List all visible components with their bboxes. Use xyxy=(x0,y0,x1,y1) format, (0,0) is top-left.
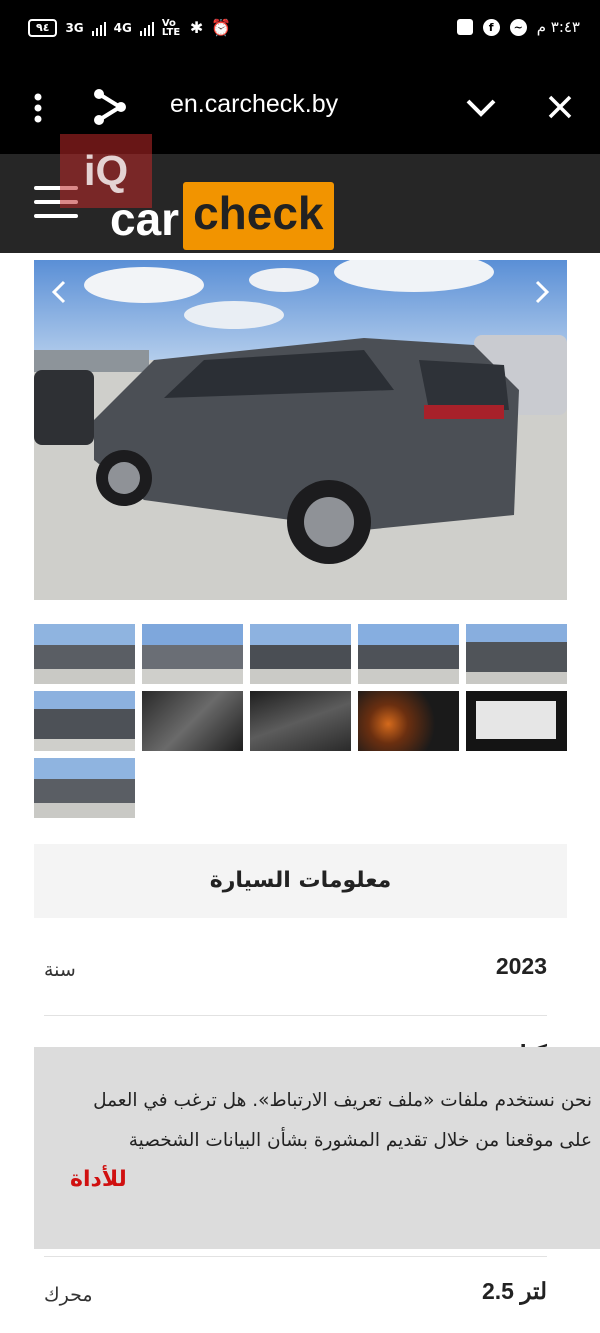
cookie-banner: نحن نستخدم ملفات «ملف تعريف الارتباط». ه… xyxy=(34,1047,600,1249)
thumbnail[interactable] xyxy=(250,691,351,751)
thumbnail[interactable] xyxy=(34,691,135,751)
thumbnail[interactable] xyxy=(250,624,351,684)
thumbnail[interactable] xyxy=(358,624,459,684)
signal-icon xyxy=(91,20,106,36)
alarm-icon: ⏰ xyxy=(211,18,232,37)
thumbnail[interactable] xyxy=(142,691,243,751)
status-bar: ٩٤ 3G 4G Vo LTE ✱ ⏰ f ~ ٣:٤٣ م xyxy=(0,0,600,62)
logo-text-check: check xyxy=(183,182,334,250)
battery-indicator: ٩٤ xyxy=(28,18,58,37)
thumbnail[interactable] xyxy=(358,691,459,751)
app-notification-icon xyxy=(456,19,473,35)
more-vert-icon[interactable] xyxy=(30,92,46,124)
thumbnail[interactable] xyxy=(466,624,567,684)
engine-label: محرك xyxy=(44,1284,93,1306)
chevron-down-icon[interactable] xyxy=(466,98,496,118)
cookie-message: نحن نستخدم ملفات «ملف تعريف الارتباط». ه… xyxy=(93,1090,592,1151)
signal-icon-2 xyxy=(139,20,154,36)
close-icon[interactable] xyxy=(548,95,572,119)
clock: ٣:٤٣ م xyxy=(536,18,580,36)
network-label-3g: 3G xyxy=(65,20,84,35)
iq-watermark: iQ xyxy=(60,134,152,208)
car-info-heading: معلومات السيارة xyxy=(34,844,567,918)
facebook-icon: f xyxy=(482,18,500,36)
divider xyxy=(44,1015,547,1016)
year-value: 2023 xyxy=(495,953,547,979)
status-left: ٩٤ 3G 4G Vo LTE ✱ ⏰ xyxy=(28,18,231,37)
bluetooth-icon: ✱ xyxy=(189,18,204,37)
info-row-engine: لتر 2.5 محرك xyxy=(44,1260,547,1330)
url-text[interactable]: en.carcheck.by xyxy=(170,90,338,119)
thumbnail[interactable] xyxy=(34,758,135,818)
info-row-year: 2023 سنة xyxy=(44,935,547,1005)
messenger-icon: ~ xyxy=(509,18,527,36)
volte-label: Vo LTE xyxy=(161,17,181,38)
cookie-link[interactable]: للأداة xyxy=(70,1167,127,1192)
thumbnail[interactable] xyxy=(466,691,567,751)
year-label: سنة xyxy=(44,959,76,981)
main-car-photo[interactable] xyxy=(34,260,567,600)
thumbnail[interactable] xyxy=(142,624,243,684)
thumbnail[interactable] xyxy=(34,624,135,684)
status-right: f ~ ٣:٤٣ م xyxy=(456,18,580,36)
network-label-4g: 4G xyxy=(113,20,132,35)
divider xyxy=(44,1256,547,1257)
share-icon[interactable] xyxy=(92,88,128,126)
engine-value: لتر 2.5 xyxy=(481,1278,547,1304)
